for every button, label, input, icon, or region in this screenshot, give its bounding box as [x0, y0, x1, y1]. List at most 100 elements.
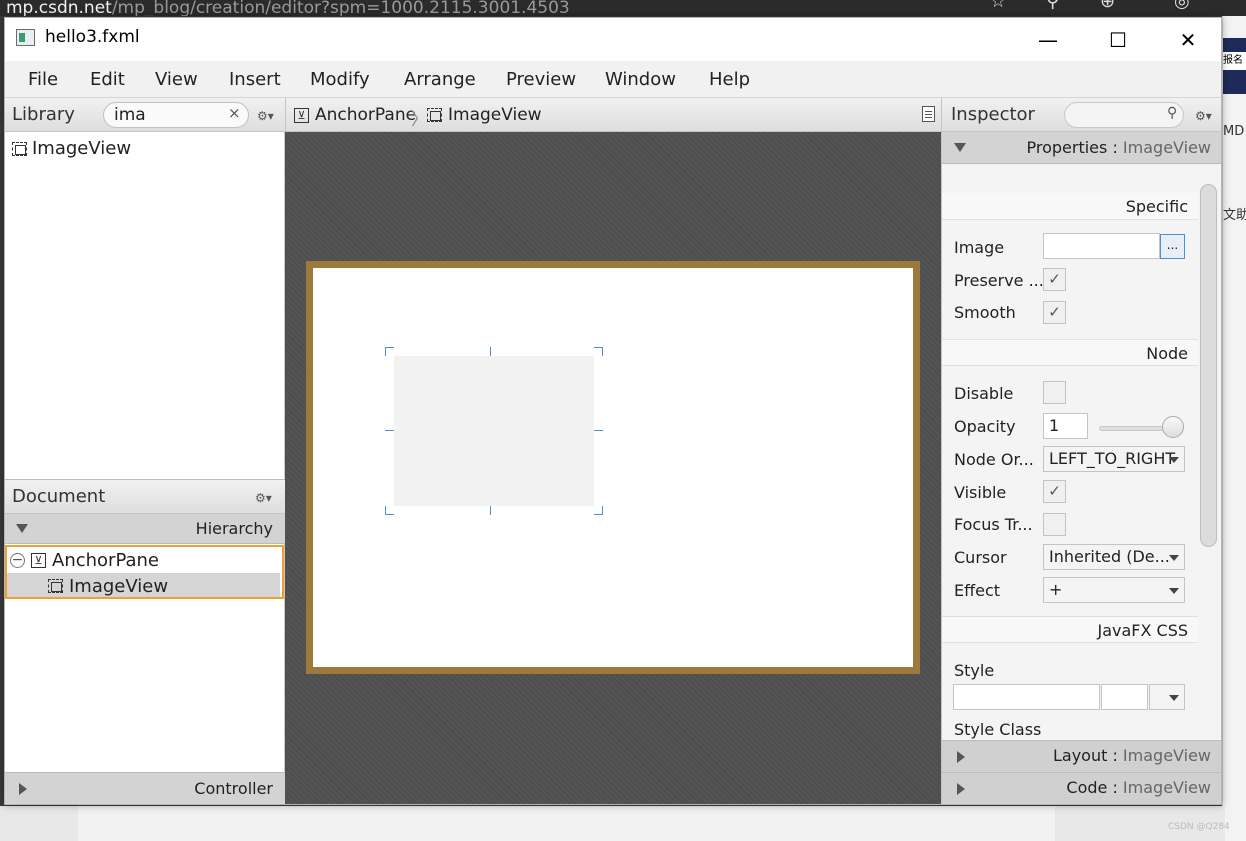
- cursor-combo[interactable]: Inherited (De...: [1043, 544, 1185, 570]
- disable-checkbox[interactable]: [1043, 381, 1066, 404]
- opacity-slider-track[interactable]: [1099, 426, 1169, 431]
- effect-combo[interactable]: +: [1043, 577, 1185, 603]
- imageview-node[interactable]: [394, 356, 594, 506]
- inspector-search-input[interactable]: [1064, 102, 1184, 128]
- document-icon[interactable]: [922, 106, 935, 122]
- library-gear-icon[interactable]: ⚙▾: [257, 109, 274, 123]
- section-title: JavaFX CSS: [1097, 621, 1188, 640]
- code-header[interactable]: Code : ImageView: [941, 772, 1221, 804]
- app-icon: [16, 29, 35, 46]
- menu-view[interactable]: View: [155, 69, 198, 90]
- clear-search-icon[interactable]: ×: [228, 104, 241, 122]
- menu-bar: File Edit View Insert Modify Arrange Pre…: [5, 61, 1221, 98]
- hierarchy-header[interactable]: Hierarchy: [5, 514, 285, 544]
- close-button[interactable]: ✕: [1153, 18, 1221, 61]
- resize-handle-nw[interactable]: [385, 347, 394, 356]
- breadcrumb: ⊻ AnchorPane 〉 ImageView: [285, 98, 941, 132]
- visible-checkbox[interactable]: ✓: [1043, 480, 1066, 503]
- section-specific: Specific: [942, 193, 1198, 220]
- resize-handle-se[interactable]: [594, 506, 603, 515]
- node-orientation-combo[interactable]: LEFT_TO_RIGHT: [1043, 446, 1185, 472]
- hierarchy-label: Hierarchy: [195, 519, 273, 538]
- code-prefix: Code :: [1066, 778, 1123, 797]
- extension-icon: ⊕: [1100, 0, 1116, 12]
- resize-handle-e[interactable]: [594, 430, 603, 431]
- url-path: /mp_blog/creation/editor?spm=1000.2115.3…: [111, 0, 570, 16]
- library-item-imageview[interactable]: ImageView: [12, 138, 131, 159]
- resize-handle-sw[interactable]: [385, 506, 394, 515]
- inspector-properties: Specific Image ... Preserve ... ✓ Smooth…: [941, 164, 1221, 740]
- browser-page-edge: 报名 MD 文助手: [1222, 16, 1246, 841]
- title-bar[interactable]: hello3.fxml — ☐ ✕: [5, 18, 1221, 61]
- breadcrumb-separator: 〉: [411, 110, 428, 130]
- minimize-button[interactable]: —: [1013, 18, 1083, 61]
- layout-prefix: Layout :: [1052, 746, 1123, 765]
- breadcrumb-imageview[interactable]: ImageView: [427, 105, 542, 125]
- style-dropdown[interactable]: [1149, 684, 1185, 710]
- section-javafx-css: JavaFX CSS: [942, 616, 1198, 643]
- library-list: ImageView: [5, 132, 285, 479]
- content-canvas[interactable]: [285, 132, 941, 804]
- focus-traversable-label: Focus Tr...: [954, 515, 1033, 534]
- expand-triangle-icon: [957, 751, 965, 763]
- controller-label: Controller: [194, 779, 273, 798]
- preserve-checkbox[interactable]: ✓: [1043, 268, 1066, 291]
- focus-traversable-checkbox[interactable]: [1043, 513, 1066, 536]
- resize-handle-w[interactable]: [385, 430, 394, 431]
- anchorpane-frame[interactable]: [306, 261, 920, 674]
- opacity-field[interactable]: 1: [1043, 413, 1088, 439]
- breadcrumb-label: ImageView: [448, 105, 542, 125]
- assistant-text: 文助手: [1223, 208, 1246, 223]
- visible-label: Visible: [954, 483, 1007, 502]
- preserve-label: Preserve ...: [954, 271, 1044, 290]
- style-value-field[interactable]: [1101, 684, 1148, 710]
- star-icon: ☆: [990, 0, 1007, 12]
- inspector-header: Inspector ⚲ ⚙▾: [941, 98, 1221, 132]
- breadcrumb-anchorpane[interactable]: ⊻ AnchorPane: [294, 105, 416, 125]
- menu-arrange[interactable]: Arrange: [404, 69, 476, 90]
- properties-label: Properties : ImageView: [1027, 138, 1212, 157]
- menu-edit[interactable]: Edit: [90, 69, 125, 90]
- document-gear-icon[interactable]: ⚙▾: [255, 491, 272, 505]
- imageview-icon: [12, 141, 27, 156]
- menu-file[interactable]: File: [28, 69, 58, 90]
- breadcrumb-label: AnchorPane: [315, 105, 417, 125]
- window-title: hello3.fxml: [45, 27, 140, 47]
- collapse-triangle-icon: [16, 524, 28, 533]
- document-header: Document ⚙▾: [5, 479, 285, 514]
- menu-insert[interactable]: Insert: [229, 69, 281, 90]
- style-field[interactable]: [953, 684, 1100, 710]
- image-field[interactable]: [1043, 233, 1160, 259]
- resize-handle-n[interactable]: [490, 347, 491, 356]
- node-orientation-label: Node Or...: [954, 450, 1034, 469]
- layout-target: ImageView: [1122, 746, 1211, 765]
- selection-outline: [5, 545, 284, 599]
- layout-header[interactable]: Layout : ImageView: [941, 740, 1221, 772]
- menu-preview[interactable]: Preview: [506, 69, 576, 90]
- style-class-label: Style Class: [954, 720, 1042, 739]
- style-label: Style: [954, 661, 995, 680]
- watermark: CSDN @Q284: [1168, 822, 1230, 832]
- controller-header[interactable]: Controller: [5, 772, 285, 804]
- image-label: Image: [954, 238, 1005, 257]
- opacity-slider-knob[interactable]: [1162, 416, 1184, 438]
- library-header: Library × ⚙▾: [5, 98, 285, 132]
- image-browse-button[interactable]: ...: [1160, 234, 1185, 259]
- badge-text: 报名: [1223, 52, 1246, 70]
- scene-builder-window: hello3.fxml — ☐ ✕ File Edit View Insert …: [4, 17, 1222, 805]
- md-text: MD: [1223, 124, 1245, 139]
- resize-handle-s[interactable]: [490, 506, 491, 515]
- inspector-scroll-thumb[interactable]: [1200, 184, 1217, 547]
- smooth-checkbox[interactable]: ✓: [1043, 301, 1066, 324]
- cursor-label: Cursor: [954, 548, 1007, 567]
- resize-handle-ne[interactable]: [594, 347, 603, 356]
- menu-modify[interactable]: Modify: [310, 69, 370, 90]
- menu-window[interactable]: Window: [605, 69, 676, 90]
- maximize-button[interactable]: ☐: [1083, 18, 1153, 61]
- opacity-label: Opacity: [954, 417, 1016, 436]
- properties-header[interactable]: Properties : ImageView: [941, 132, 1221, 164]
- inspector-gear-icon[interactable]: ⚙▾: [1195, 109, 1212, 123]
- menu-help[interactable]: Help: [709, 69, 750, 90]
- search-icon: ⚲: [1046, 0, 1060, 12]
- inspector-title: Inspector: [951, 104, 1035, 125]
